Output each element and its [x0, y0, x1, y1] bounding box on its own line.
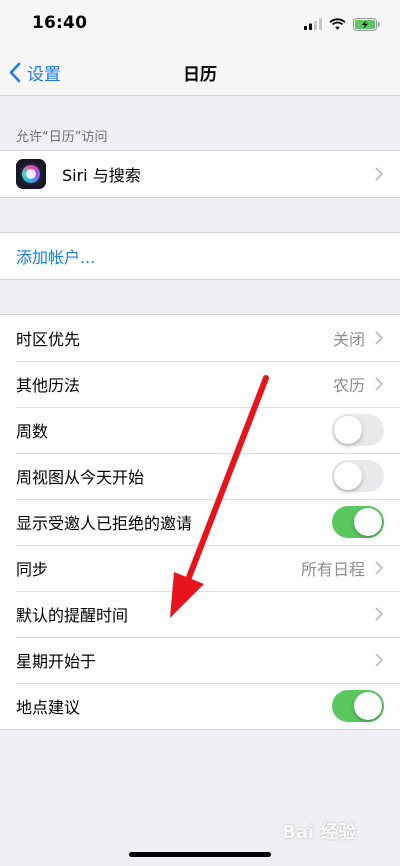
siri-search-label: Siri 与搜索	[62, 166, 141, 185]
toggle-knob	[354, 508, 382, 536]
watermark-logo: Bai 经验	[282, 822, 357, 843]
alternate-calendars-value: 农历	[332, 376, 365, 395]
status-bar: 16:40	[0, 0, 400, 48]
status-icons	[304, 16, 380, 32]
sync-value: 所有日程	[300, 560, 365, 579]
show-declined-events-toggle[interactable]	[332, 506, 384, 538]
siri-search-row[interactable]: Siri 与搜索	[0, 151, 400, 197]
access-group: Siri 与搜索	[0, 150, 400, 198]
start-week-on-row[interactable]: 星期开始于	[0, 637, 400, 683]
status-time: 16:40	[32, 13, 88, 33]
chevron-right-icon	[375, 331, 383, 345]
add-account-row[interactable]: 添加帐户...	[0, 233, 400, 279]
add-account-link[interactable]: 添加帐户...	[16, 244, 95, 268]
location-suggestions-label: 地点建议	[16, 698, 81, 717]
timezone-override-value: 关闭	[332, 330, 365, 349]
week-view-today-row: 周视图从今天开始	[0, 453, 400, 499]
accounts-group: 添加帐户...	[0, 232, 400, 280]
battery-charging-icon	[353, 17, 380, 31]
location-suggestions-toggle[interactable]	[332, 690, 384, 722]
timezone-override-label: 时区优先	[16, 330, 81, 349]
week-view-today-label: 周视图从今天开始	[16, 468, 145, 487]
home-indicator[interactable]	[129, 852, 271, 857]
wifi-icon	[329, 18, 346, 30]
start-week-on-label: 星期开始于	[16, 652, 97, 671]
toggle-knob	[334, 462, 362, 490]
week-view-today-toggle[interactable]	[332, 460, 384, 492]
chevron-right-icon	[375, 167, 383, 181]
chevron-right-icon	[375, 653, 383, 667]
show-declined-events-label: 显示受邀人已拒绝的邀请	[16, 514, 193, 533]
show-declined-events-row: 显示受邀人已拒绝的邀请	[0, 499, 400, 545]
siri-icon	[16, 159, 46, 189]
week-numbers-label: 周数	[16, 422, 49, 441]
chevron-right-icon	[375, 377, 383, 391]
chevron-right-icon	[375, 561, 383, 575]
calendar-settings-group: 时区优先 关闭 其他历法 农历 周数 周视图从今天开始 显示受邀人已拒绝的邀请 …	[0, 314, 400, 730]
week-numbers-row: 周数	[0, 407, 400, 453]
page-title: 日历	[183, 65, 217, 85]
alternate-calendars-row[interactable]: 其他历法 农历	[0, 361, 400, 407]
default-alert-times-label: 默认的提醒时间	[16, 606, 129, 625]
default-alert-times-row[interactable]: 默认的提醒时间	[0, 591, 400, 637]
sync-label: 同步	[16, 560, 49, 579]
toggle-knob	[334, 416, 362, 444]
location-suggestions-row: 地点建议	[0, 683, 400, 729]
timezone-override-row[interactable]: 时区优先 关闭	[0, 315, 400, 361]
access-section-header: 允许“日历”访问	[16, 130, 108, 145]
cellular-signal-icon	[304, 18, 322, 30]
toggle-knob	[354, 692, 382, 720]
sync-row[interactable]: 同步 所有日程	[0, 545, 400, 591]
navigation-bar: 设置 日历	[0, 48, 400, 96]
chevron-right-icon	[375, 607, 383, 621]
week-numbers-toggle[interactable]	[332, 414, 384, 446]
alternate-calendars-label: 其他历法	[16, 376, 81, 395]
